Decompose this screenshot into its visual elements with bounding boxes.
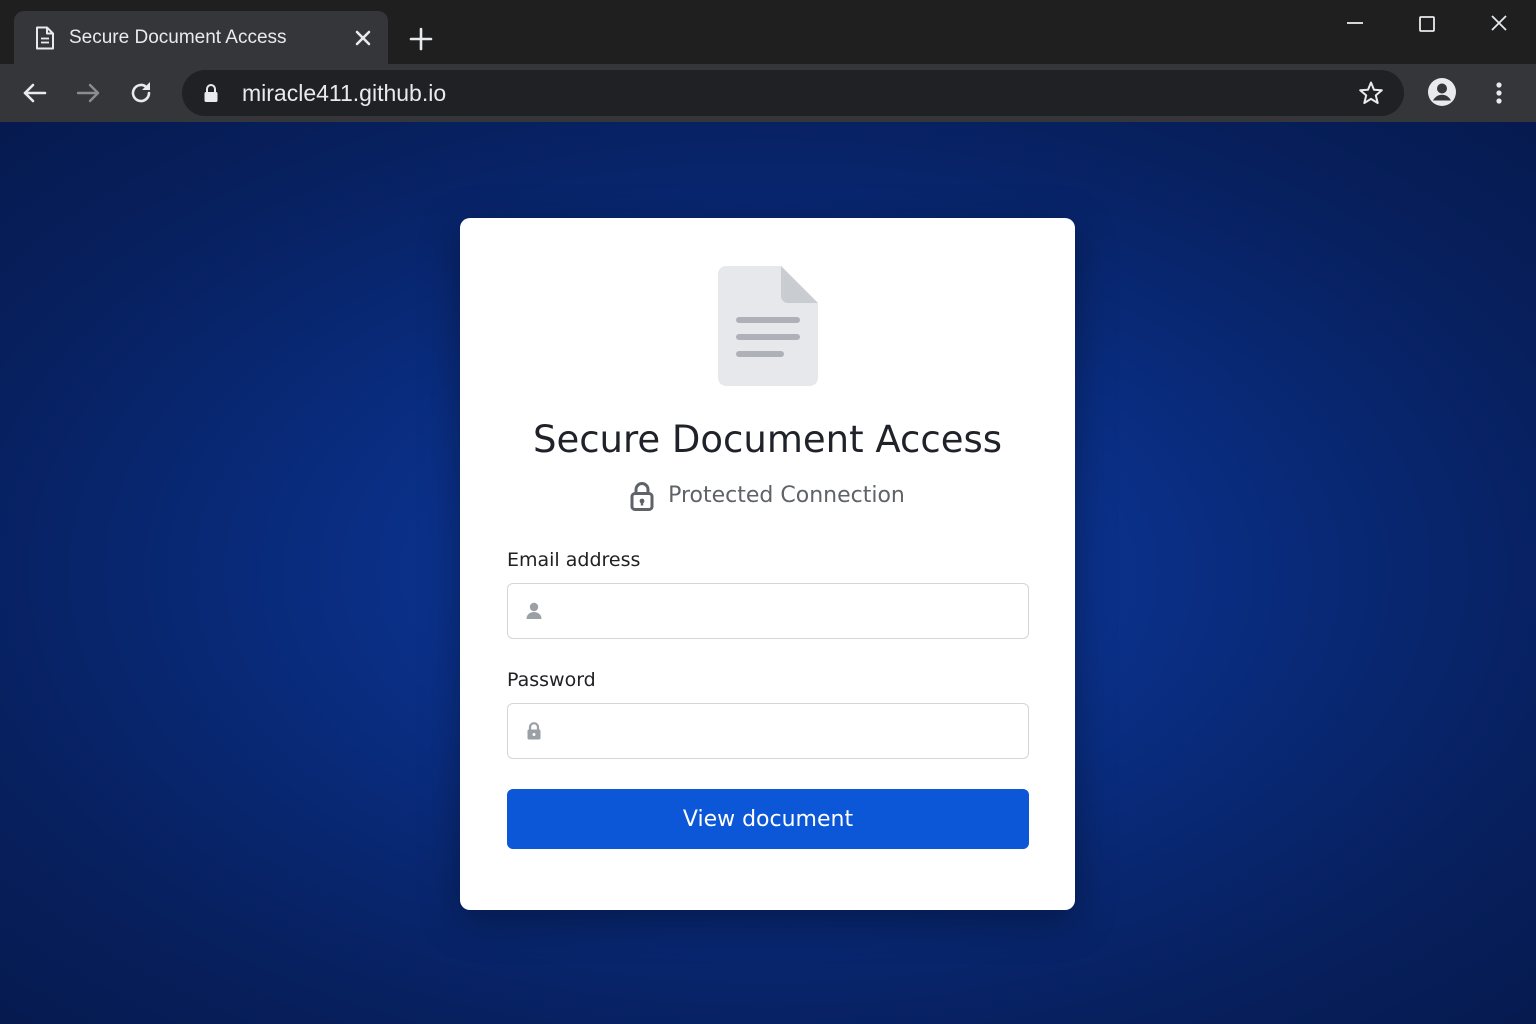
lock-icon	[527, 722, 541, 740]
star-icon[interactable]	[1358, 80, 1384, 106]
connection-status: Protected Connection	[460, 480, 1075, 512]
plus-icon[interactable]	[406, 24, 436, 54]
address-bar[interactable]: miracle411.github.io	[182, 70, 1404, 116]
reload-icon[interactable]	[126, 78, 156, 108]
document-icon	[718, 266, 818, 386]
password-field-wrapper[interactable]	[507, 703, 1029, 759]
view-document-button[interactable]: View document	[507, 789, 1029, 849]
connection-status-text: Protected Connection	[668, 483, 905, 508]
account-icon[interactable]	[1426, 76, 1458, 108]
browser-tab-active[interactable]: Secure Document Access	[14, 11, 388, 64]
minimize-icon[interactable]	[1340, 10, 1370, 40]
password-field[interactable]	[558, 704, 1018, 757]
page-viewport: Secure Document Access Protected Connect…	[0, 122, 1536, 1024]
email-field-wrapper[interactable]	[507, 583, 1029, 639]
lock-icon[interactable]	[202, 83, 220, 103]
user-icon	[526, 602, 542, 619]
lock-icon	[630, 482, 654, 511]
email-field[interactable]	[558, 584, 1018, 637]
back-arrow-icon[interactable]	[20, 78, 50, 108]
password-label: Password	[507, 669, 596, 691]
maximize-icon[interactable]	[1412, 10, 1442, 40]
address-url: miracle411.github.io	[242, 80, 447, 106]
close-icon[interactable]	[352, 27, 374, 49]
login-card: Secure Document Access Protected Connect…	[460, 218, 1075, 910]
document-icon	[36, 26, 54, 50]
browser-tab-strip: Secure Document Access	[0, 0, 1536, 64]
browser-toolbar: miracle411.github.io	[0, 64, 1536, 122]
page-title: Secure Document Access	[532, 418, 1003, 461]
email-label: Email address	[507, 549, 641, 571]
tab-title: Secure Document Access	[69, 27, 287, 48]
window-close-icon[interactable]	[1484, 10, 1514, 40]
kebab-menu-icon[interactable]	[1486, 78, 1512, 108]
forward-arrow-icon[interactable]	[73, 78, 103, 108]
